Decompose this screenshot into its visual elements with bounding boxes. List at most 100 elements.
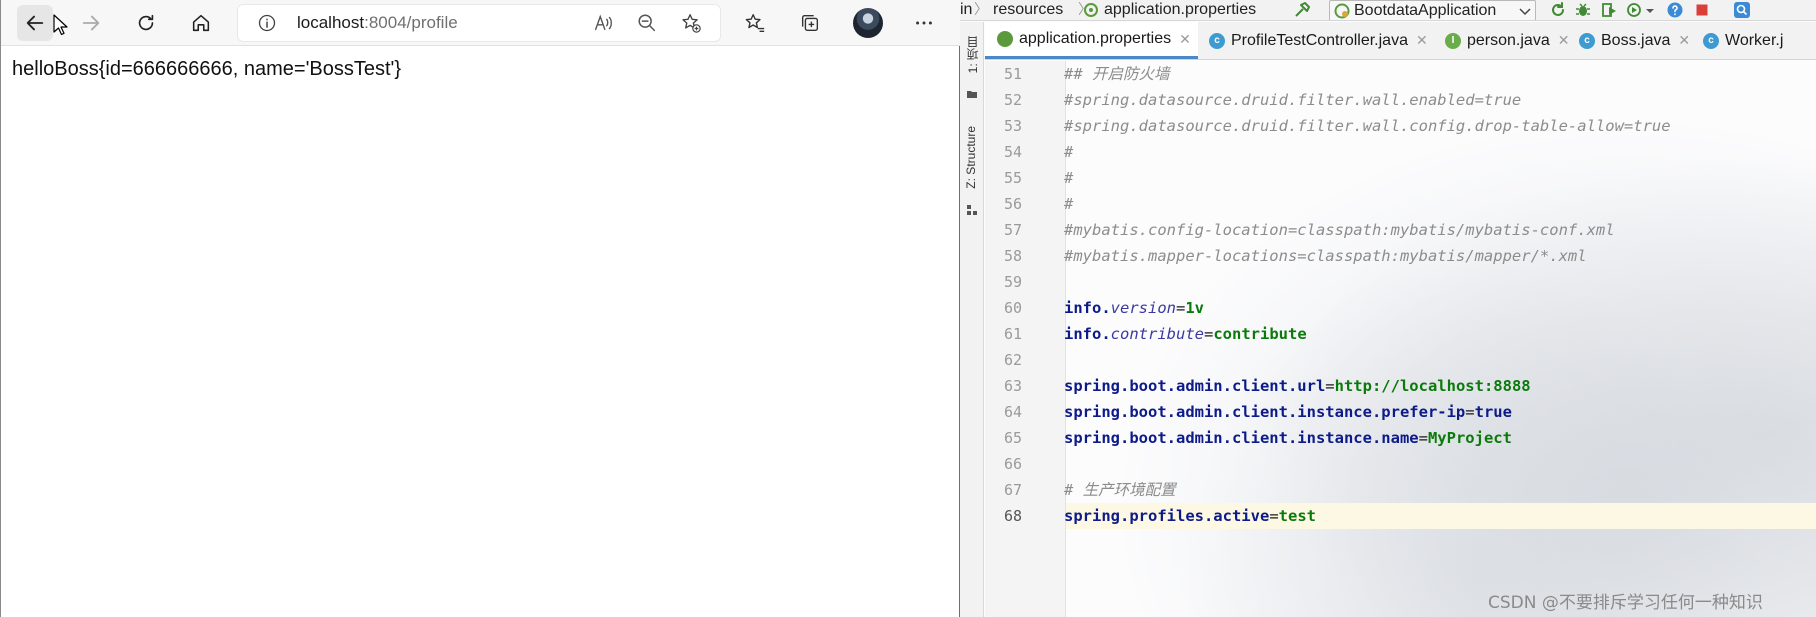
help-icon[interactable]	[1666, 1, 1684, 19]
forward-button[interactable]	[73, 5, 109, 41]
more-dots-icon	[916, 21, 932, 25]
tab-worker-java[interactable]: c Worker.j	[1695, 22, 1816, 59]
properties-file-icon	[1084, 3, 1098, 17]
code-token-comment: #	[1064, 195, 1074, 213]
close-icon[interactable]: ✕	[1416, 32, 1428, 49]
refresh-icon	[138, 14, 154, 31]
profile-run-icon[interactable]	[1626, 1, 1644, 19]
line-number: 52	[1004, 91, 1023, 109]
code-token-comment: #mybatis.mapper-locations=classpath:myba…	[1064, 247, 1587, 265]
code-token-key: spring.boot.admin.client.instance.prefer…	[1064, 403, 1466, 421]
collections-icon	[801, 14, 819, 32]
zoom-out-icon[interactable]	[636, 12, 658, 34]
tab-application-properties[interactable]: application.properties ✕	[985, 22, 1198, 59]
code-line[interactable]: #	[1064, 165, 1073, 191]
tab-label: person.java	[1467, 31, 1550, 49]
home-button[interactable]	[183, 5, 219, 41]
info-icon[interactable]	[257, 13, 277, 33]
refresh-button[interactable]	[128, 5, 164, 41]
code-token-sub: version	[1110, 299, 1176, 317]
code-token-comment: #	[1064, 169, 1074, 187]
code-token-eq: =	[1465, 403, 1475, 421]
code-line[interactable]: #spring.datasource.druid.filter.wall.ena…	[1064, 87, 1521, 113]
code-line[interactable]: spring.boot.admin.client.instance.prefer…	[1064, 399, 1512, 425]
code-line[interactable]: info.contribute=contribute	[1064, 321, 1307, 347]
debug-icon[interactable]	[1574, 1, 1592, 19]
breadcrumb-separator: 〉	[974, 1, 988, 17]
navigation-bar: in 〉 resources 〉 application.properties …	[960, 0, 1816, 21]
close-icon[interactable]: ✕	[1179, 31, 1191, 48]
rerun-icon[interactable]	[1549, 1, 1567, 19]
tab-label: ProfileTestController.java	[1231, 31, 1408, 49]
run-configuration-select[interactable]: BootdataApplication	[1329, 0, 1536, 20]
tab-label: application.properties	[1019, 30, 1172, 47]
address-bar[interactable]: localhost:8004/profile	[237, 4, 721, 42]
line-number: 56	[1004, 195, 1023, 213]
build-hammer-icon[interactable]	[1293, 1, 1311, 19]
code-line[interactable]: # 生产环境配置	[1064, 477, 1176, 503]
page-content: helloBoss{id=666666666, name='BossTest'}	[12, 58, 402, 80]
breadcrumb-item[interactable]: application.properties	[1104, 0, 1256, 19]
code-line[interactable]: spring.profiles.active=test	[1064, 503, 1316, 529]
add-favorite-icon[interactable]	[680, 12, 702, 34]
line-number: 66	[1004, 455, 1023, 473]
line-number: 64	[1004, 403, 1023, 421]
close-icon[interactable]: ✕	[1678, 32, 1690, 49]
favorites-button[interactable]	[737, 5, 773, 41]
code-line[interactable]: #	[1064, 191, 1073, 217]
tab-label: Boss.java	[1601, 31, 1671, 49]
class-icon: c	[1209, 32, 1225, 49]
interface-icon: I	[1445, 32, 1461, 49]
more-menu-button[interactable]	[906, 5, 942, 41]
code-token-key: info.	[1064, 325, 1111, 343]
read-aloud-icon[interactable]	[592, 12, 614, 34]
code-line[interactable]: spring.boot.admin.client.instance.name=M…	[1064, 425, 1512, 451]
browser-toolbar: localhost:8004/profile	[1, 0, 960, 46]
dropdown-arrow-icon[interactable]	[1644, 1, 1656, 19]
code-token-key: spring.profiles.active	[1064, 507, 1270, 525]
tab-label: Worker.j	[1725, 31, 1784, 49]
structure-icon	[967, 205, 977, 215]
line-number: 68	[1004, 507, 1023, 525]
code-token-comment: #mybatis.config-location=classpath:mybat…	[1064, 221, 1615, 239]
code-token-comment: #	[1064, 143, 1074, 161]
code-line[interactable]: #spring.datasource.druid.filter.wall.con…	[1064, 113, 1671, 139]
tab-profile-test-controller[interactable]: c ProfileTestController.java ✕	[1201, 22, 1433, 59]
breadcrumb-item[interactable]: resources	[993, 0, 1063, 19]
back-button[interactable]	[17, 5, 53, 41]
tab-boss-java[interactable]: c Boss.java ✕	[1571, 22, 1691, 59]
collections-button[interactable]	[792, 5, 828, 41]
code-token-sub: contribute	[1110, 325, 1204, 343]
address-url[interactable]: localhost:8004/profile	[297, 13, 458, 33]
editor-tab-bar: application.properties ✕ c ProfileTestCo…	[985, 22, 1816, 60]
watermark: CSDN @不要排斥学习任何一种知识	[1488, 593, 1763, 613]
project-tool-window-tab[interactable]: 1: 项目	[964, 36, 981, 73]
breadcrumb-item[interactable]: in	[960, 0, 972, 19]
structure-tool-window-tab[interactable]: Z: Structure	[964, 126, 978, 189]
code-line[interactable]: #	[1064, 139, 1073, 165]
arrow-left-icon	[26, 15, 44, 31]
properties-icon	[997, 31, 1013, 47]
code-line[interactable]: #mybatis.config-location=classpath:mybat…	[1064, 217, 1615, 243]
stop-icon[interactable]	[1693, 1, 1711, 19]
run-configuration-label: BootdataApplication	[1354, 2, 1497, 19]
profile-avatar[interactable]	[853, 8, 883, 38]
line-number: 67	[1004, 481, 1023, 499]
search-everywhere-icon[interactable]	[1733, 1, 1751, 19]
code-token-key: spring.boot.admin.client.url	[1064, 377, 1326, 395]
code-line[interactable]: ## 开启防火墙	[1064, 61, 1170, 87]
code-line[interactable]: info.version=1v	[1064, 295, 1204, 321]
class-icon: c	[1579, 32, 1595, 49]
code-line[interactable]: #mybatis.mapper-locations=classpath:myba…	[1064, 243, 1587, 269]
browser-window: localhost:8004/profile helloBoss{id=6666…	[0, 0, 960, 617]
code-token-val: http://localhost:8888	[1334, 377, 1531, 395]
chevron-down-icon	[1519, 8, 1531, 16]
code-token-comment: #spring.datasource.druid.filter.wall.con…	[1064, 117, 1671, 135]
code-line[interactable]: spring.boot.admin.client.url=http://loca…	[1064, 373, 1531, 399]
close-icon[interactable]: ✕	[1558, 32, 1570, 49]
line-number: 60	[1004, 299, 1023, 317]
tab-person-java[interactable]: I person.java ✕	[1437, 22, 1569, 59]
code-token-val: MyProject	[1427, 429, 1512, 447]
code-token-val: 1v	[1185, 299, 1205, 317]
run-with-coverage-icon[interactable]	[1600, 1, 1618, 19]
